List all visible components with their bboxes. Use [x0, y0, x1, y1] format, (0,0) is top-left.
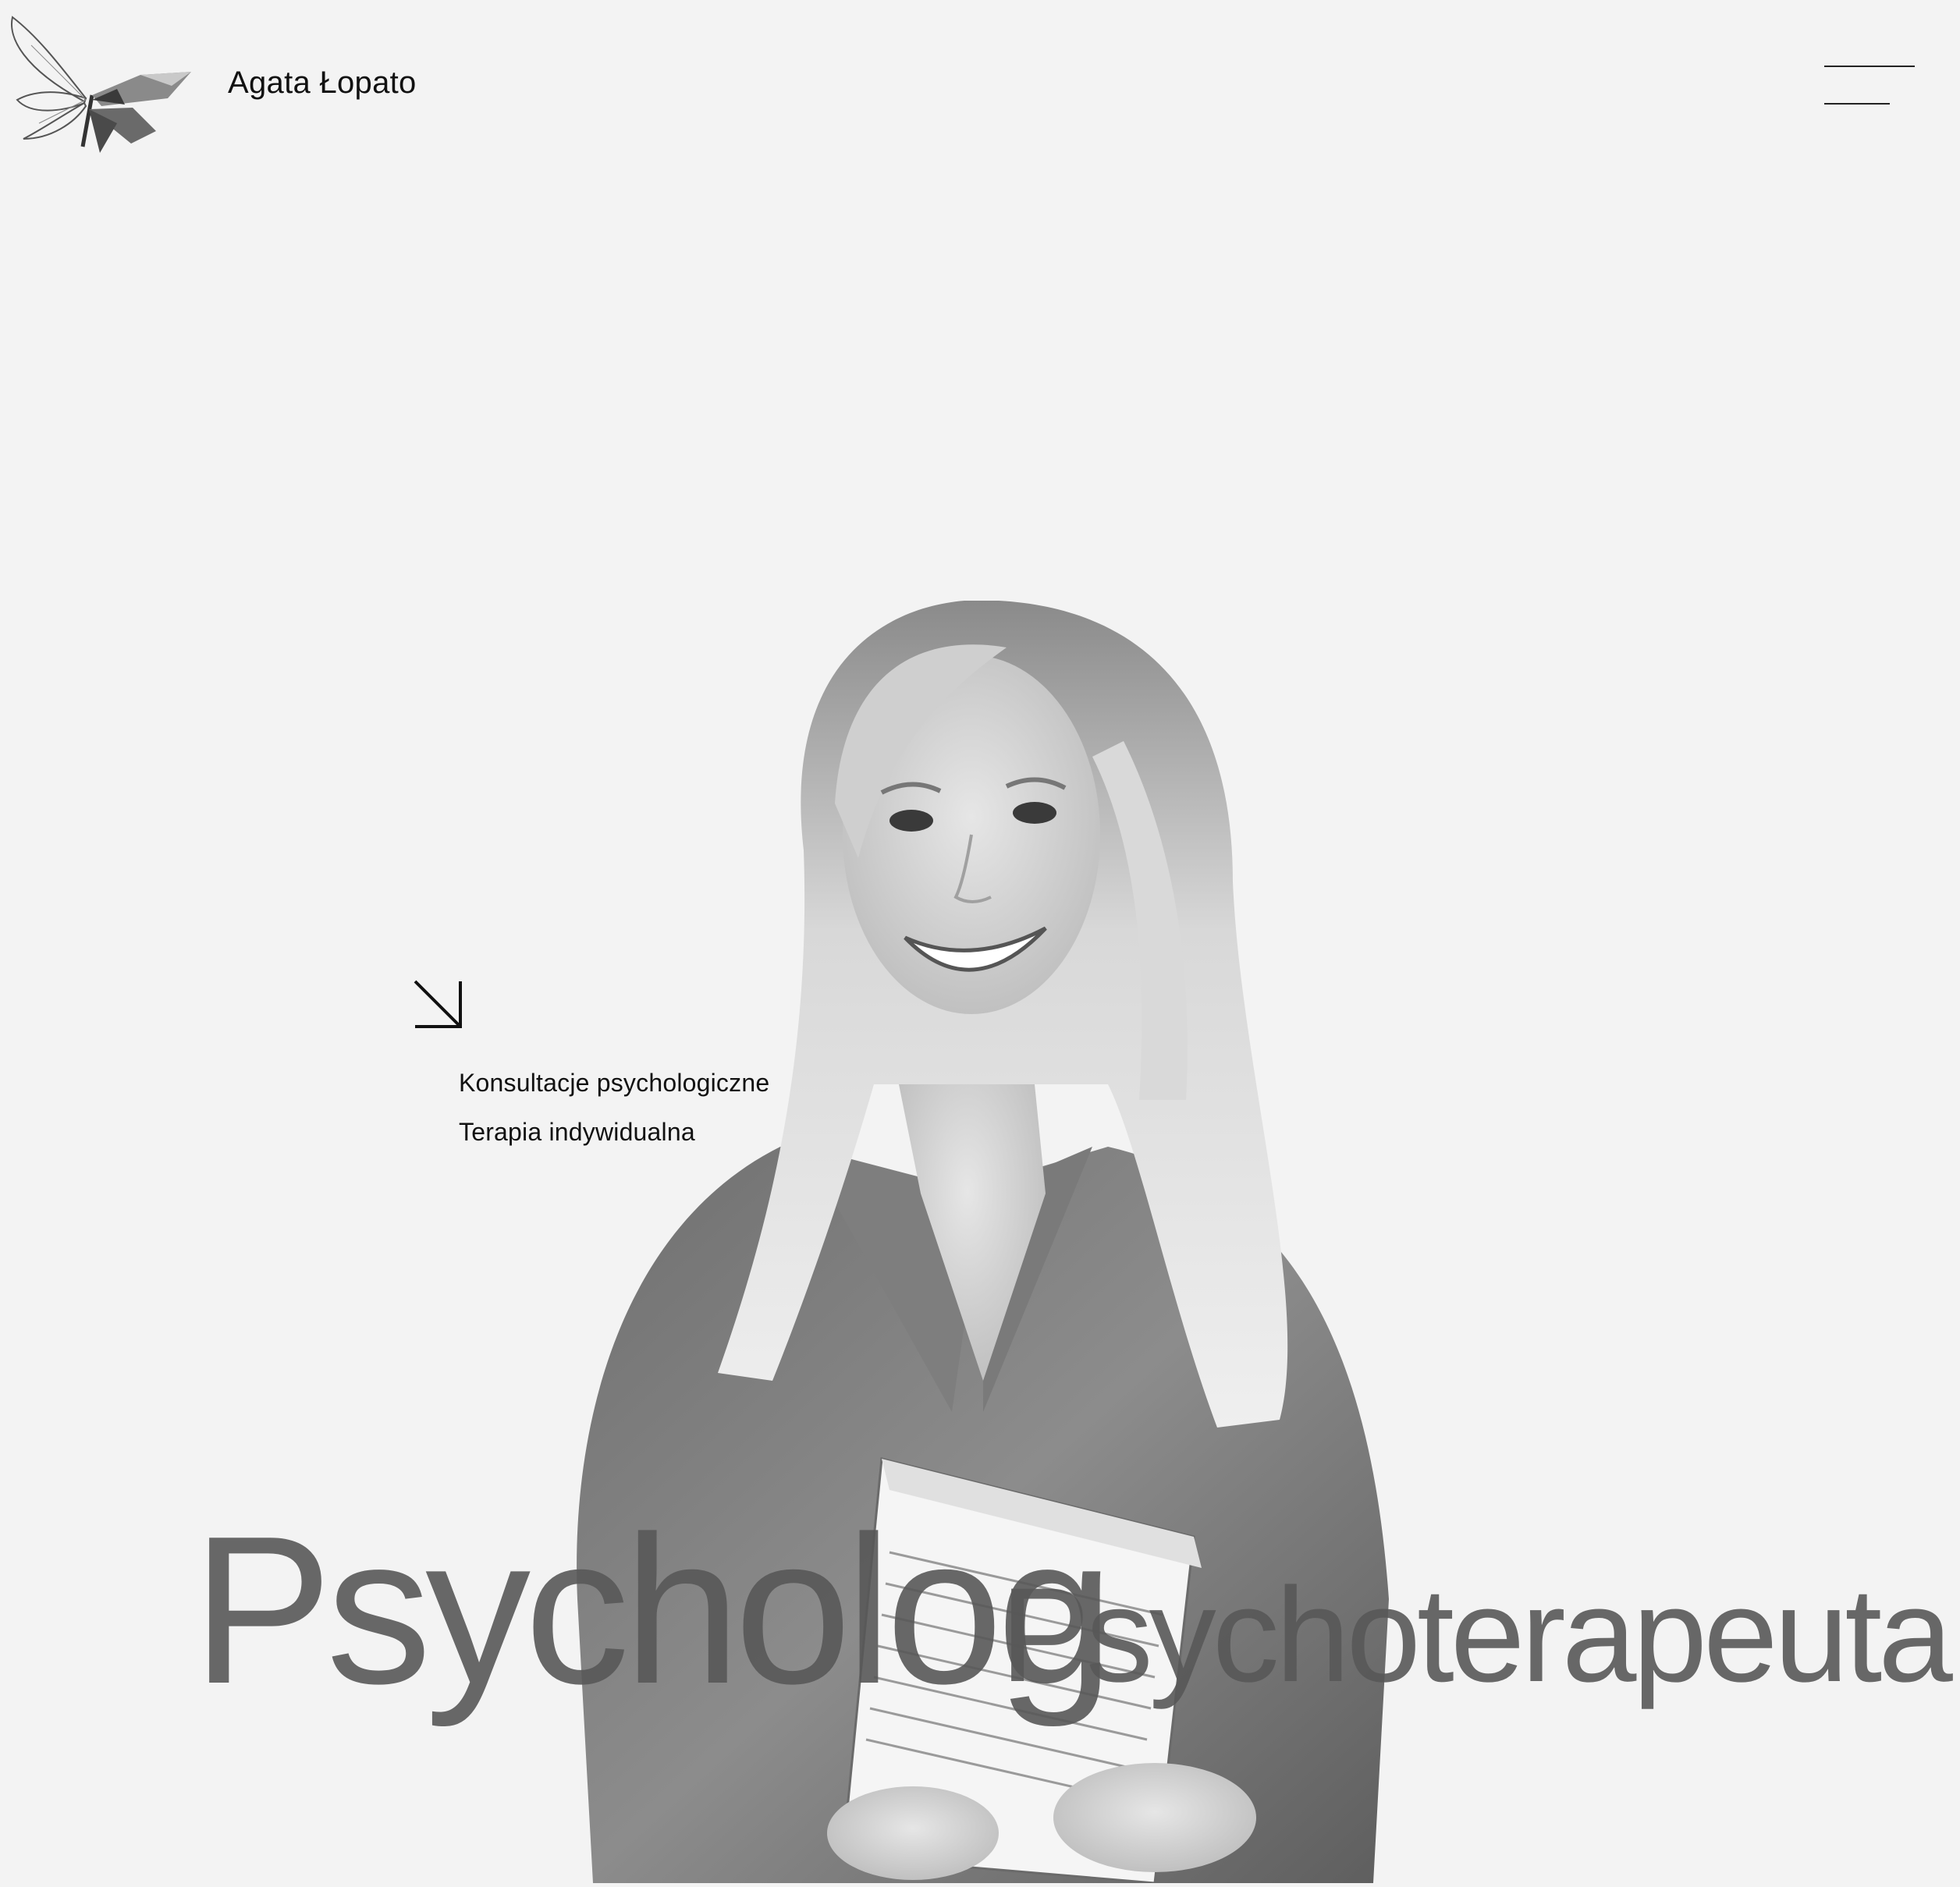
hero-title-psycholog: Psycholog: [192, 1493, 1114, 1728]
hamburger-line-top: [1824, 66, 1915, 67]
brand-name[interactable]: Agata Łopato: [228, 66, 417, 101]
site-header: Agata Łopato: [0, 0, 1960, 172]
hamburger-line-bottom: [1824, 103, 1890, 105]
arrow-down-right-icon[interactable]: [412, 978, 465, 1031]
butterfly-logo-icon[interactable]: [8, 14, 195, 154]
hamburger-menu-button[interactable]: [1818, 55, 1915, 117]
service-item-individual-therapy[interactable]: Terapia indywidualna: [459, 1118, 769, 1147]
hero-title-psychoterapeuta: Psychoterapeuta: [1000, 1560, 1953, 1710]
services-list: Konsultacje psychologiczne Terapia indyw…: [459, 1069, 769, 1167]
service-item-consultations[interactable]: Konsultacje psychologiczne: [459, 1069, 769, 1098]
